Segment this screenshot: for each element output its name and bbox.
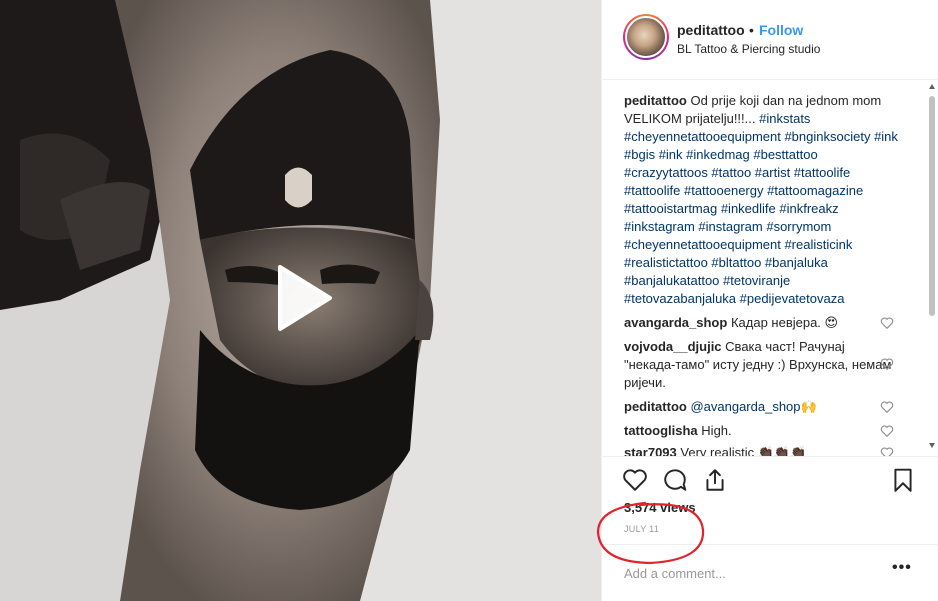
comment-username[interactable]: avangarda_shop xyxy=(624,315,727,330)
comment-text: High. xyxy=(701,423,732,438)
action-bar xyxy=(602,456,938,500)
post-caption: peditattoo Od prije koji dan na jednom m… xyxy=(624,92,904,308)
comment-username[interactable]: star7093 xyxy=(624,445,677,456)
caption-hashtags[interactable]: #inkstats #cheyennetattooequipment #bngi… xyxy=(624,111,898,306)
comment-like-icon[interactable] xyxy=(880,424,894,438)
scroll-up-arrow-icon[interactable] xyxy=(929,84,935,89)
comment-item: star7093 Very realistic 👏🏿👏🏿👏🏿 xyxy=(624,444,894,456)
comment-username[interactable]: peditattoo xyxy=(624,399,687,414)
comments-scrollbar[interactable] xyxy=(927,80,937,456)
comment-like-icon[interactable] xyxy=(880,400,894,414)
comment-text: 🙌 xyxy=(800,399,817,414)
play-icon xyxy=(278,265,332,331)
avatar-image xyxy=(625,16,667,58)
comment-username[interactable]: tattooglisha xyxy=(624,423,698,438)
comment-item: avangarda_shop Кадар невјера. 😍 xyxy=(624,314,894,332)
view-count[interactable]: 3,574 views xyxy=(624,500,696,515)
heart-icon[interactable] xyxy=(622,467,648,493)
comment-item: peditattoo @avangarda_shop🙌 xyxy=(624,398,894,416)
comment-like-icon[interactable] xyxy=(880,357,894,371)
comment-item: tattooglisha High. xyxy=(624,422,894,440)
comment-like-icon[interactable] xyxy=(880,316,894,330)
post-video[interactable] xyxy=(0,0,601,601)
comment-mention[interactable]: @avangarda_shop xyxy=(690,399,800,414)
comments-list: peditattoo Od prije koji dan na jednom m… xyxy=(602,82,938,456)
more-options-button[interactable]: ••• xyxy=(892,559,912,577)
add-comment-section: ••• xyxy=(602,544,938,601)
add-comment-input[interactable] xyxy=(624,563,884,583)
follow-button[interactable]: Follow xyxy=(759,22,803,38)
header-username[interactable]: peditattoo xyxy=(677,22,745,38)
caption-username[interactable]: peditattoo xyxy=(624,93,687,108)
post-date[interactable]: JULY 11 xyxy=(624,524,659,534)
comment-text: Кадар невјера. 😍 xyxy=(730,315,839,330)
comment-item: vojvoda__djujic Свака част! Рачунај "нек… xyxy=(624,338,894,392)
post-header: peditattoo • Follow BL Tattoo & Piercing… xyxy=(602,0,938,80)
comment-like-icon[interactable] xyxy=(880,446,894,456)
instagram-post: peditattoo • Follow BL Tattoo & Piercing… xyxy=(0,0,938,601)
scroll-thumb[interactable] xyxy=(929,96,935,316)
location-link[interactable]: BL Tattoo & Piercing studio xyxy=(677,42,820,56)
avatar[interactable] xyxy=(623,14,669,60)
comment-username[interactable]: vojvoda__djujic xyxy=(624,339,722,354)
play-button[interactable] xyxy=(266,263,336,333)
scroll-down-arrow-icon[interactable] xyxy=(929,443,935,448)
bookmark-icon[interactable] xyxy=(890,467,916,493)
post-sidebar: peditattoo • Follow BL Tattoo & Piercing… xyxy=(601,0,938,601)
comment-icon[interactable] xyxy=(662,467,688,493)
separator-dot: • xyxy=(749,22,754,38)
comment-text: Very realistic 👏🏿👏🏿👏🏿 xyxy=(680,445,807,456)
share-icon[interactable] xyxy=(702,467,728,493)
